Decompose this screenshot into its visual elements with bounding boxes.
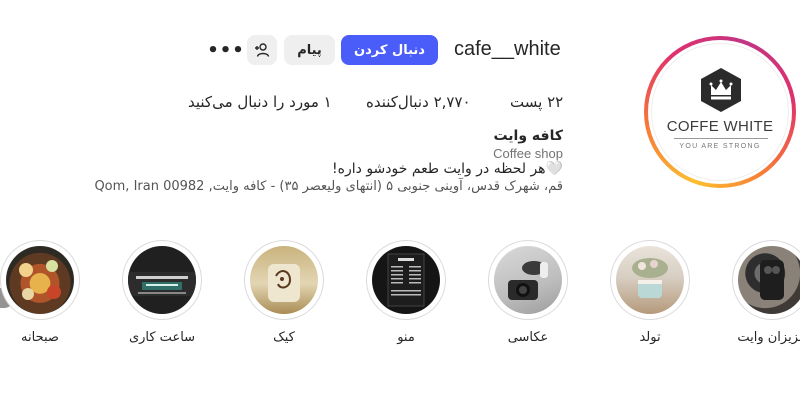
highlight-item[interactable]: عزیزان وایت bbox=[730, 240, 800, 350]
crown-hexagon-icon bbox=[701, 68, 741, 112]
profile-logo: COFFE WHITE YOU ARE STRONG bbox=[651, 43, 789, 181]
highlight-cover bbox=[372, 246, 440, 314]
add-user-button[interactable] bbox=[247, 35, 277, 65]
followers-label: دنبال‌کننده bbox=[366, 93, 429, 111]
following-label: مورد را دنبال می‌کنید bbox=[188, 93, 319, 111]
posts-label: پست bbox=[510, 93, 543, 111]
highlight-item[interactable]: عکاسی bbox=[486, 240, 570, 350]
highlight-item[interactable]: کیک bbox=[242, 240, 326, 350]
logo-divider bbox=[674, 138, 768, 139]
highlight-cover bbox=[738, 246, 800, 314]
followers-stat[interactable]: ۲,۷۷۰ دنبال‌کننده bbox=[366, 93, 471, 111]
profile-category: Coffee shop bbox=[493, 146, 563, 161]
highlight-label: عزیزان وایت bbox=[737, 330, 800, 345]
highlight-cover bbox=[6, 246, 74, 314]
highlight-label: صبحانه bbox=[21, 330, 59, 345]
highlight-label: کیک bbox=[273, 330, 295, 345]
highlight-label: منو bbox=[397, 330, 415, 345]
highlight-cover bbox=[494, 246, 562, 314]
highlight-cover bbox=[250, 246, 318, 314]
highlight-item[interactable]: منو bbox=[364, 240, 448, 350]
highlight-ring bbox=[488, 240, 568, 320]
highlight-ring bbox=[366, 240, 446, 320]
follow-button[interactable]: دنبال کردن bbox=[341, 35, 438, 65]
more-options-button[interactable]: ••• bbox=[207, 35, 244, 65]
posts-count: ۲۲ bbox=[547, 93, 564, 111]
highlight-label: ساعت کاری bbox=[128, 330, 196, 345]
bio-text: 🤍هر لحظه در وایت طعم خودشو داره! bbox=[332, 161, 563, 177]
highlight-item[interactable]: صبحانه bbox=[0, 240, 82, 350]
profile-name: کافه وایت bbox=[493, 128, 563, 144]
posts-stat[interactable]: ۲۲ پست bbox=[510, 93, 563, 111]
profile-avatar[interactable]: COFFE WHITE YOU ARE STRONG bbox=[644, 36, 796, 188]
following-count: ۱ bbox=[323, 93, 332, 111]
logo-tagline: YOU ARE STRONG bbox=[679, 143, 761, 150]
highlight-cover bbox=[616, 246, 684, 314]
highlight-label: تولد bbox=[639, 330, 661, 345]
username: cafe__white bbox=[454, 38, 561, 60]
highlight-ring bbox=[732, 240, 800, 320]
highlight-item[interactable]: تولد bbox=[608, 240, 692, 350]
logo-name: COFFE WHITE bbox=[666, 118, 774, 135]
message-button[interactable]: پیام bbox=[284, 35, 335, 65]
highlight-ring bbox=[244, 240, 324, 320]
highlight-item[interactable]: ساعت کاری bbox=[120, 240, 204, 350]
highlight-ring bbox=[0, 240, 80, 320]
highlight-label: عکاسی bbox=[507, 330, 549, 345]
address-link[interactable]: قم، شهرک قدس، آوینی جنوبی ۵ (انتهای ولیع… bbox=[94, 179, 563, 194]
highlight-cover bbox=[128, 246, 196, 314]
highlight-ring bbox=[122, 240, 202, 320]
followers-count: ۲,۷۷۰ bbox=[433, 93, 471, 111]
person-plus-icon bbox=[255, 43, 270, 57]
highlight-ring bbox=[610, 240, 690, 320]
following-stat[interactable]: ۱ مورد را دنبال می‌کنید bbox=[188, 93, 332, 111]
